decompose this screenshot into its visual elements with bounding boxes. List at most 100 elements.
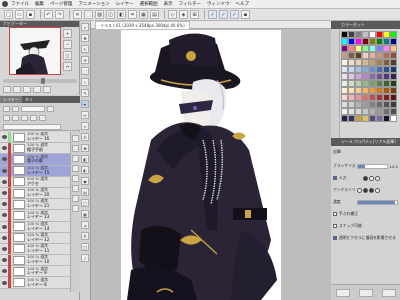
color-swatch[interactable] [390,52,397,59]
reference-icon[interactable] [12,114,19,121]
color-swatch[interactable] [383,73,390,80]
crop-icon[interactable]: ⌗ [128,10,137,19]
zoom-slider[interactable] [3,78,77,84]
blend-mode-select[interactable] [21,105,45,112]
color-swatch[interactable] [362,101,369,108]
pen-tool-icon[interactable]: ✒ [81,100,89,108]
delete-layer-icon[interactable] [72,205,79,212]
color-swatch[interactable] [355,80,362,87]
frame-icon[interactable]: ▦ [81,210,89,218]
color-swatch[interactable] [369,101,376,108]
color-swatch[interactable] [376,38,383,45]
color-swatch[interactable] [369,94,376,101]
flip-vertical-icon[interactable] [43,86,51,93]
merge-down-icon[interactable] [72,165,79,172]
open-file-icon[interactable]: ▭ [15,10,24,19]
color-swatch[interactable] [341,80,348,87]
rotate-left-icon[interactable] [3,86,11,93]
visibility-eye-icon[interactable] [2,157,7,162]
color-swatch[interactable] [369,52,376,59]
color-swatch[interactable] [376,108,383,115]
line-correct-icon[interactable]: ∕ [81,254,89,262]
color-swatch[interactable] [348,45,355,52]
snap-grid-icon[interactable]: ◈ [179,10,188,19]
text-tool-icon[interactable]: A [81,232,89,240]
color-swatch[interactable] [355,38,362,45]
visibility-eye-icon[interactable] [2,235,7,240]
operation-tool-icon[interactable]: ↖ [81,45,89,53]
color-swatch[interactable] [390,45,397,52]
color-swatch[interactable] [369,31,376,38]
color-swatch[interactable] [376,101,383,108]
color-swatch[interactable] [348,108,355,115]
invert-selection-icon[interactable]: ◧ [117,10,126,19]
color-swatch[interactable] [355,94,362,101]
color-swatch[interactable] [362,59,369,66]
color-swatch[interactable] [383,52,390,59]
transform-icon[interactable]: ⬚ [84,10,93,19]
color-swatch[interactable] [369,38,376,45]
color-swatch[interactable] [390,66,397,73]
flip-horizontal-icon[interactable] [33,86,41,93]
color-swatch[interactable] [348,101,355,108]
color-swatch[interactable] [341,94,348,101]
zoom-slider-knob[interactable] [41,78,45,84]
color-swatch[interactable] [341,73,348,80]
clear-icon[interactable]: ✕ [73,10,82,19]
color-swatch[interactable] [362,108,369,115]
color-swatch[interactable] [348,59,355,66]
color-swatch[interactable] [383,87,390,94]
color-swatch[interactable] [355,101,362,108]
lock-transparent-icon[interactable] [30,114,37,121]
draft-icon[interactable] [21,114,28,121]
visibility-eye-icon[interactable] [2,246,7,251]
stroke-checkbox[interactable] [333,212,337,216]
color-swatch[interactable] [369,45,376,52]
visibility-eye-icon[interactable] [2,213,7,218]
document-tab[interactable]: イラスト01 (2039 x 3548px 300dpi 40.6%) [95,20,190,29]
color-swatch[interactable] [383,59,390,66]
layer-row[interactable]: 100 % 通常 レイヤー 10 [0,255,70,267]
fill-icon[interactable]: ▪ [241,10,250,19]
color-swatch[interactable] [383,38,390,45]
color-swatch[interactable] [355,108,362,115]
visibility-eye-icon[interactable] [2,269,7,274]
clip-icon[interactable] [3,114,10,121]
color-swatch[interactable] [383,45,390,52]
menu-edit[interactable]: 編集 [35,1,44,7]
color-swatch[interactable] [362,38,369,45]
visibility-eye-icon[interactable] [2,280,7,285]
color-swatch[interactable] [362,66,369,73]
color-swatch[interactable] [390,87,397,94]
color-swatch[interactable] [376,66,383,73]
color-swatch[interactable] [362,52,369,59]
visibility-eye-icon[interactable] [2,224,7,229]
layer-row[interactable]: 100 % 通常 帽子の影 [0,154,70,166]
color-swatch[interactable] [341,108,348,115]
color-swatch[interactable] [341,59,348,66]
visibility-eye-icon[interactable] [2,146,7,151]
color-swatch[interactable] [383,94,390,101]
snap-checkbox[interactable] [333,224,337,228]
layer-row[interactable]: 100 % 通常 レイヤー 8 [0,277,70,289]
color-swatch[interactable] [383,80,390,87]
brush-tool-icon[interactable]: ≈ [81,122,89,130]
color-swatch[interactable] [355,52,362,59]
menu-help[interactable]: ヘルプ [236,1,250,7]
layer-mask-icon[interactable] [12,105,19,112]
color-swatch[interactable] [362,115,369,122]
color-swatch[interactable] [348,66,355,73]
color-swatch[interactable] [341,101,348,108]
new-vector-layer-icon[interactable] [72,145,79,152]
color-swatch[interactable] [348,52,355,59]
color-swatch[interactable] [383,66,390,73]
fill-tool-icon[interactable]: ◆ [81,177,89,185]
color-swatch[interactable] [355,66,362,73]
menu-window[interactable]: ウィンドウ [207,1,230,7]
density-slider[interactable] [357,199,398,205]
balloon-icon[interactable]: ◯ [81,243,89,251]
color-swatch[interactable] [355,59,362,66]
layer-row[interactable]: 100 % 通常 帽子手前 [0,143,70,155]
layer-row[interactable]: 100 % 通常 レイヤー 9 [0,266,70,278]
color-swatch[interactable] [390,31,397,38]
